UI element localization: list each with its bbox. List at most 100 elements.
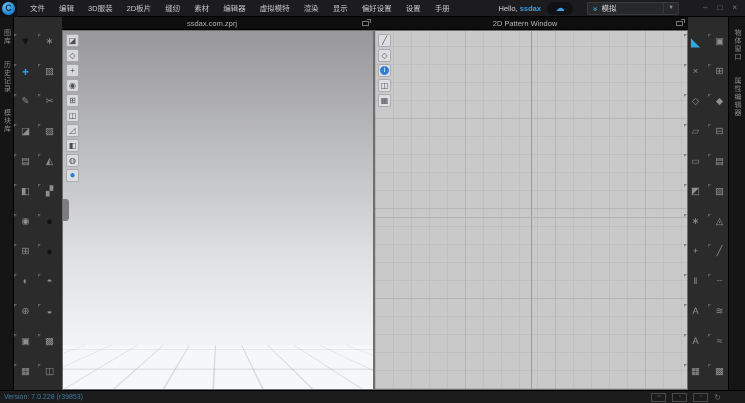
tool-icon[interactable]: ┈ xyxy=(711,273,728,290)
tool-icon[interactable]: ◩ xyxy=(687,183,704,200)
app-logo[interactable]: C xyxy=(0,0,17,17)
tool-icon[interactable]: ▞ xyxy=(41,183,58,200)
tool-icon[interactable]: ≈ xyxy=(711,333,728,350)
viewport-tool-icon[interactable]: ◧ xyxy=(66,139,79,152)
tool-icon[interactable]: ▭ xyxy=(687,153,704,170)
viewport-tool-icon[interactable]: i xyxy=(378,64,391,77)
menu-item[interactable]: 手册 xyxy=(428,0,457,16)
tool-icon[interactable]: A xyxy=(687,333,704,350)
tool-icon[interactable]: + xyxy=(17,63,34,80)
viewport-tool-icon[interactable]: ◫ xyxy=(66,109,79,122)
tool-icon[interactable]: ╱ xyxy=(711,243,728,260)
tool-icon[interactable]: ◓ xyxy=(41,273,58,290)
menu-item[interactable]: 偏好设置 xyxy=(355,0,399,16)
viewport-tool-icon[interactable]: ● xyxy=(66,169,79,182)
side-tab[interactable]: 图库 xyxy=(2,29,12,45)
popout-window-icon[interactable] xyxy=(362,21,369,26)
tool-icon[interactable]: ▣ xyxy=(711,33,728,50)
tool-icon[interactable]: ◒ xyxy=(41,303,58,320)
tool-icon[interactable]: A xyxy=(687,303,704,320)
minimize-button[interactable]: – xyxy=(703,4,707,12)
tool-icon[interactable]: ⊞ xyxy=(711,63,728,80)
menu-item[interactable]: 2D板片 xyxy=(120,0,159,16)
3d-viewport-toolbar: ◪ ◇ + ◉ ⊞ ◫ ◿ ◧ ◍ ● xyxy=(66,34,79,182)
viewport-tool-icon[interactable]: ◿ xyxy=(66,124,79,137)
tool-icon[interactable]: ◇ xyxy=(687,93,704,110)
tool-icon[interactable]: ▱ xyxy=(687,123,704,140)
tool-icon[interactable]: ✎ xyxy=(17,93,34,110)
tool-icon[interactable]: ▨ xyxy=(41,63,58,80)
tool-icon[interactable]: ▦ xyxy=(687,363,704,380)
menu-item[interactable]: 缝纫 xyxy=(158,0,187,16)
tool-icon[interactable]: ▩ xyxy=(41,333,58,350)
left-tab-strip: 图库历史记录模块库 xyxy=(0,17,14,390)
tool-icon[interactable]: ▣ xyxy=(17,333,34,350)
tool-icon[interactable]: ● xyxy=(41,243,58,260)
status-indicator-box[interactable]: ▫ xyxy=(672,393,687,402)
tool-icon[interactable]: ◪ xyxy=(17,123,34,140)
viewport-tool-icon[interactable]: ◇ xyxy=(66,49,79,62)
tool-icon[interactable]: ⊟ xyxy=(711,123,728,140)
tool-icon[interactable]: ▨ xyxy=(711,183,728,200)
menu-item[interactable]: 虚拟模特 xyxy=(253,0,297,16)
viewport-tool-icon[interactable]: ╱ xyxy=(378,34,391,47)
cloud-sync-button[interactable]: ☁ xyxy=(547,2,573,15)
menu-item[interactable]: 3D服装 xyxy=(81,0,120,16)
close-button[interactable]: × xyxy=(732,4,737,12)
tool-icon[interactable]: ◫ xyxy=(41,363,58,380)
status-indicator-box[interactable]: ▫ xyxy=(693,393,708,402)
viewport-tool-icon[interactable]: ⊞ xyxy=(66,94,79,107)
side-tab[interactable]: 属性编辑器 xyxy=(732,77,742,117)
tool-icon[interactable]: ◧ xyxy=(17,183,34,200)
tool-icon[interactable]: ◬ xyxy=(711,213,728,230)
tool-icon[interactable]: × xyxy=(687,63,704,80)
3d-viewport[interactable]: ◪ ◇ + ◉ ⊞ ◫ ◿ ◧ ◍ ● xyxy=(62,30,374,390)
tool-icon[interactable]: ▤ xyxy=(711,153,728,170)
simulate-dropdown[interactable]: » 模拟 ▼ xyxy=(587,2,679,15)
menu-item[interactable]: 编辑器 xyxy=(216,0,253,16)
menu-item[interactable]: 文件 xyxy=(23,0,52,16)
tool-icon[interactable]: ⊞ xyxy=(17,243,34,260)
menu-item[interactable]: 显示 xyxy=(326,0,355,16)
viewport-tool-icon[interactable]: ◫ xyxy=(378,79,391,92)
panel-drag-handle[interactable] xyxy=(63,199,69,221)
tool-icon[interactable]: ◐ xyxy=(17,273,34,290)
tool-icon[interactable]: ◣ xyxy=(687,33,704,50)
tool-icon[interactable]: ▧ xyxy=(41,123,58,140)
viewport-tool-icon[interactable]: + xyxy=(66,64,79,77)
viewport-tool-icon[interactable]: ◇ xyxy=(378,49,391,62)
tool-icon[interactable]: ◭ xyxy=(41,153,58,170)
status-indicator-box[interactable]: ▫▫ xyxy=(651,393,666,402)
side-tab[interactable]: 模块库 xyxy=(2,109,12,133)
viewport-tool-icon[interactable]: ◉ xyxy=(66,79,79,92)
popout-window-icon[interactable] xyxy=(676,21,683,26)
menu-item[interactable]: 编辑 xyxy=(52,0,81,16)
tool-icon[interactable]: ● xyxy=(41,213,58,230)
tool-icon[interactable]: ‖ xyxy=(687,273,704,290)
2d-viewport[interactable]: ╱ ◇ i ◫ ▦ xyxy=(374,30,688,390)
username-link[interactable]: ssdax xyxy=(520,4,541,13)
tool-icon[interactable]: ◉ xyxy=(17,213,34,230)
menu-item[interactable]: 渲染 xyxy=(297,0,326,16)
tool-icon[interactable]: ✂ xyxy=(41,93,58,110)
tool-icon[interactable]: ▤ xyxy=(17,153,34,170)
maximize-button[interactable]: □ xyxy=(717,4,722,12)
menu-item[interactable]: 素材 xyxy=(187,0,216,16)
viewport-tool-icon[interactable]: ◍ xyxy=(66,154,79,167)
tool-icon[interactable]: ◆ xyxy=(711,93,728,110)
tool-icon[interactable]: ∗ xyxy=(687,213,704,230)
tool-icon[interactable]: ▩ xyxy=(711,363,728,380)
tool-icon[interactable]: ∗ xyxy=(41,33,58,50)
tool-icon[interactable]: + xyxy=(687,243,704,260)
sync-refresh-icon[interactable]: ↻ xyxy=(714,393,721,402)
side-tab[interactable]: 历史记录 xyxy=(2,61,12,93)
tool-icon[interactable]: ⊕ xyxy=(17,303,34,320)
viewport-tool-icon[interactable]: ◪ xyxy=(66,34,79,47)
tool-icon[interactable]: ▦ xyxy=(17,363,34,380)
tool-icon[interactable]: ≋ xyxy=(711,303,728,320)
tool-icon[interactable]: ▼ xyxy=(17,33,34,50)
menu-item[interactable]: 设置 xyxy=(399,0,428,16)
viewport-tool-icon[interactable]: ▦ xyxy=(378,94,391,107)
window-controls: – □ × xyxy=(703,4,737,12)
side-tab[interactable]: 物体窗口 xyxy=(732,29,742,61)
